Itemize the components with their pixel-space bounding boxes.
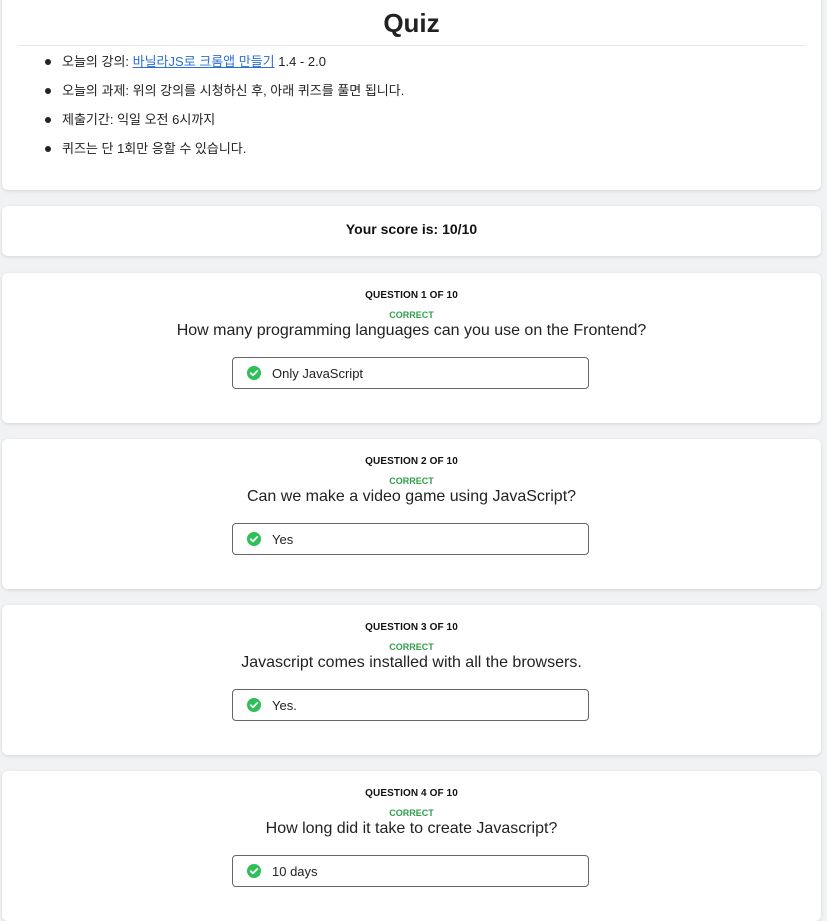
bullet-icon [45, 117, 51, 123]
bullet-icon [45, 146, 51, 152]
attempts-text: 퀴즈는 단 1회만 응할 수 있습니다. [62, 141, 247, 156]
question-status: CORRECT [389, 642, 434, 652]
question-status: CORRECT [389, 476, 434, 486]
header-card: Quiz 오늘의 강의: 바닐라JS로 크롬앱 만들기 1.4 - 2.0 오늘… [2, 0, 821, 190]
info-item-deadline: 제출기간: 익일 오전 6시까지 [2, 110, 404, 139]
question-number: QUESTION 2 OF 10 [365, 456, 458, 467]
score-text: Your score is: 10/10 [345, 221, 478, 237]
question-text: How long did it take to create Javascrip… [265, 820, 558, 837]
question-card: QUESTION 4 OF 10 CORRECT How long did it… [2, 771, 821, 921]
question-card: QUESTION 1 OF 10 CORRECT How many progra… [2, 273, 821, 423]
question-number: QUESTION 4 OF 10 [365, 788, 458, 799]
lecture-suffix: 1.4 - 2.0 [274, 54, 326, 69]
question-status: CORRECT [389, 808, 434, 818]
lecture-prefix: 오늘의 강의: [62, 54, 133, 69]
answer-option[interactable]: Only JavaScript [232, 357, 589, 389]
assignment-text: 오늘의 과제: 위의 강의를 시청하신 후, 아래 퀴즈를 풀면 됩니다. [62, 83, 405, 98]
question-card: QUESTION 2 OF 10 CORRECT Can we make a v… [2, 439, 821, 589]
score-card: Your score is: 10/10 [2, 206, 821, 256]
answer-text: Yes. [272, 698, 297, 713]
question-text: How many programming languages can you u… [176, 322, 647, 339]
bullet-icon [45, 59, 51, 65]
lecture-link[interactable]: 바닐라JS로 크롬앱 만들기 [133, 54, 275, 69]
answer-option[interactable]: Yes [232, 523, 589, 555]
question-card: QUESTION 3 OF 10 CORRECT Javascript come… [2, 605, 821, 755]
info-item-lecture: 오늘의 강의: 바닐라JS로 크롬앱 만들기 1.4 - 2.0 [2, 52, 404, 81]
answer-text: Only JavaScript [272, 366, 364, 381]
info-list: 오늘의 강의: 바닐라JS로 크롬앱 만들기 1.4 - 2.0 오늘의 과제:… [2, 52, 404, 168]
info-item-attempts: 퀴즈는 단 1회만 응할 수 있습니다. [2, 139, 404, 168]
check-circle-icon [247, 366, 261, 380]
question-status: CORRECT [389, 310, 434, 320]
check-circle-icon [247, 698, 261, 712]
question-text: Can we make a video game using JavaScrip… [246, 488, 577, 505]
bullet-icon [45, 88, 51, 94]
check-circle-icon [247, 864, 261, 878]
answer-text: 10 days [272, 864, 318, 879]
answer-option[interactable]: 10 days [232, 855, 589, 887]
check-circle-icon [247, 532, 261, 546]
question-text: Javascript comes installed with all the … [241, 654, 582, 671]
info-item-assignment: 오늘의 과제: 위의 강의를 시청하신 후, 아래 퀴즈를 풀면 됩니다. [2, 81, 404, 110]
deadline-text: 제출기간: 익일 오전 6시까지 [62, 112, 216, 127]
answer-text: Yes [272, 532, 294, 547]
question-number: QUESTION 1 OF 10 [365, 290, 458, 301]
page-title: Quiz [18, 0, 805, 46]
question-number: QUESTION 3 OF 10 [365, 622, 458, 633]
answer-option[interactable]: Yes. [232, 689, 589, 721]
